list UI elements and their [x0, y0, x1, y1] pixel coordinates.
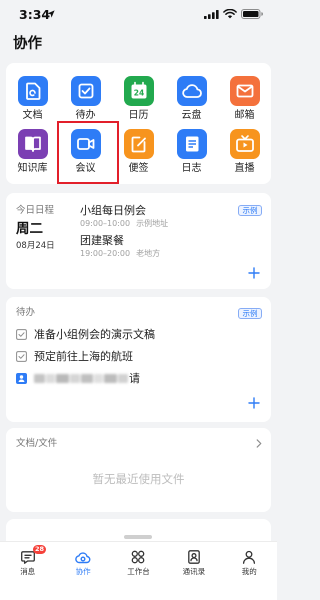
- app-log[interactable]: 日志: [165, 116, 218, 174]
- mail-tile: [229, 76, 260, 106]
- plus-icon: [248, 397, 260, 409]
- todo-card[interactable]: 待办 示例 准备小组例会的演示文稿 预定前往上海的航班 请: [6, 297, 271, 422]
- todo-item-text: 准备小组例会的演示文稿: [34, 328, 155, 341]
- tab-label: 我的: [241, 567, 257, 576]
- app-label: 便签: [128, 163, 149, 174]
- todo-item-text: 预定前往上海的航班: [34, 350, 133, 363]
- live-tile: [229, 129, 260, 159]
- app-mail[interactable]: 邮箱: [218, 63, 271, 121]
- app-label: 直播: [234, 163, 255, 174]
- app-label: 知识库: [17, 163, 48, 174]
- docs-card[interactable]: 文档/文件 暂无最近使用文件: [6, 428, 271, 512]
- event-time: 09:00–10:00: [80, 219, 131, 228]
- unread-badge: 28: [33, 545, 47, 554]
- sample-badge: 示例: [238, 308, 262, 319]
- person-icon: [18, 375, 25, 382]
- event-time: 19:00–20:00: [80, 249, 131, 258]
- log-tile: [176, 129, 207, 159]
- app-docs[interactable]: 文档: [6, 63, 59, 121]
- collab-icon: [75, 552, 91, 564]
- calendar-tile: 24: [123, 76, 154, 106]
- blurred-text: [34, 374, 128, 383]
- chevron-right-icon[interactable]: [256, 439, 262, 448]
- checkbox-icon[interactable]: [16, 329, 27, 340]
- apps-grid: 文档 待办 24 日历 云盘 邮箱 知识库 会议 便签 日志 直播: [6, 63, 271, 184]
- tab-profile[interactable]: 我的: [222, 542, 277, 600]
- schedule-title: 今日日程: [16, 205, 55, 216]
- calendar-day-number: 24: [133, 88, 143, 97]
- drive-tile: [176, 76, 207, 106]
- battery-icon: [241, 9, 263, 19]
- schedule-event[interactable]: 团建聚餐 19:00–20:00 老地方: [80, 234, 230, 259]
- tab-label: 通讯录: [182, 567, 206, 576]
- tv-icon: [235, 135, 254, 152]
- app-knowledge-base[interactable]: 知识库: [6, 116, 59, 174]
- add-schedule-button[interactable]: [248, 267, 260, 279]
- signal-icon: [204, 10, 219, 19]
- docs-empty-state: 暂无最近使用文件: [92, 472, 185, 486]
- todo-item[interactable]: 准备小组例会的演示文稿: [16, 328, 256, 341]
- schedule-event[interactable]: 小组每日例会 09:00–10:00 示例地址: [80, 204, 230, 229]
- calendar-icon: 24: [131, 81, 146, 99]
- schedule-weekday: 周二: [16, 221, 43, 237]
- plus-icon: [248, 267, 260, 279]
- todo-tile: [70, 76, 101, 106]
- app-drive[interactable]: 云盘: [165, 63, 218, 121]
- todo-check-icon: [78, 83, 93, 99]
- add-todo-button[interactable]: [248, 397, 260, 409]
- sample-badge: 示例: [238, 205, 262, 216]
- tab-label: 工作台: [127, 567, 150, 576]
- note-icon: [131, 136, 146, 153]
- mail-icon: [236, 84, 253, 98]
- tab-label: 协作: [75, 567, 91, 576]
- page-title: 协作: [13, 36, 42, 52]
- tab-label: 消息: [20, 567, 36, 576]
- tab-workbench[interactable]: 工作台: [111, 542, 166, 600]
- workbench-icon: [132, 550, 145, 564]
- tab-collaboration[interactable]: 协作: [55, 542, 110, 600]
- todo-invite-item[interactable]: 请: [16, 372, 256, 385]
- todo-item[interactable]: 预定前往上海的航班: [16, 350, 256, 363]
- checkbox-icon[interactable]: [16, 351, 27, 362]
- schedule-date: 08月24日: [16, 241, 55, 251]
- event-meta: 19:00–20:00 老地方: [80, 248, 230, 259]
- tab-contacts[interactable]: 通讯录: [166, 542, 221, 600]
- wifi-icon: [223, 9, 237, 19]
- book-icon: [24, 136, 41, 152]
- highlight-box: [57, 121, 119, 184]
- status-time: 3:34: [19, 7, 51, 22]
- event-meta: 09:00–10:00 示例地址: [80, 218, 230, 229]
- docs-tile: [17, 76, 48, 106]
- knowledge-tile: [17, 129, 48, 159]
- event-title: 团建聚餐: [80, 234, 124, 247]
- app-notes[interactable]: 便签: [112, 116, 165, 174]
- avatar: [16, 373, 27, 384]
- app-calendar[interactable]: 24 日历: [112, 63, 165, 121]
- cloud-icon: [181, 84, 202, 98]
- event-place: 示例地址: [136, 219, 169, 228]
- todo-title: 待办: [16, 307, 36, 318]
- app-label: 日志: [181, 163, 202, 174]
- docs-title: 文档/文件: [16, 438, 58, 449]
- location-arrow-icon: [47, 10, 55, 18]
- app-live[interactable]: 直播: [218, 116, 271, 174]
- tab-messages[interactable]: 消息 28: [0, 542, 55, 600]
- notes-tile: [123, 129, 154, 159]
- invite-text-suffix: 请: [129, 372, 140, 385]
- app-todo[interactable]: 待办: [59, 63, 112, 121]
- event-place: 老地方: [136, 249, 161, 258]
- document-icon: [25, 82, 40, 100]
- contacts-icon: [188, 550, 200, 564]
- log-icon: [185, 136, 198, 152]
- event-title: 小组每日例会: [80, 204, 146, 217]
- profile-icon: [243, 550, 256, 564]
- schedule-card[interactable]: 今日日程 周二 08月24日 小组每日例会 09:00–10:00 示例地址 团建…: [6, 193, 271, 289]
- tab-bar: 消息 28 协作 工作台 通讯录 我的: [0, 541, 277, 600]
- drag-handle[interactable]: [124, 535, 152, 539]
